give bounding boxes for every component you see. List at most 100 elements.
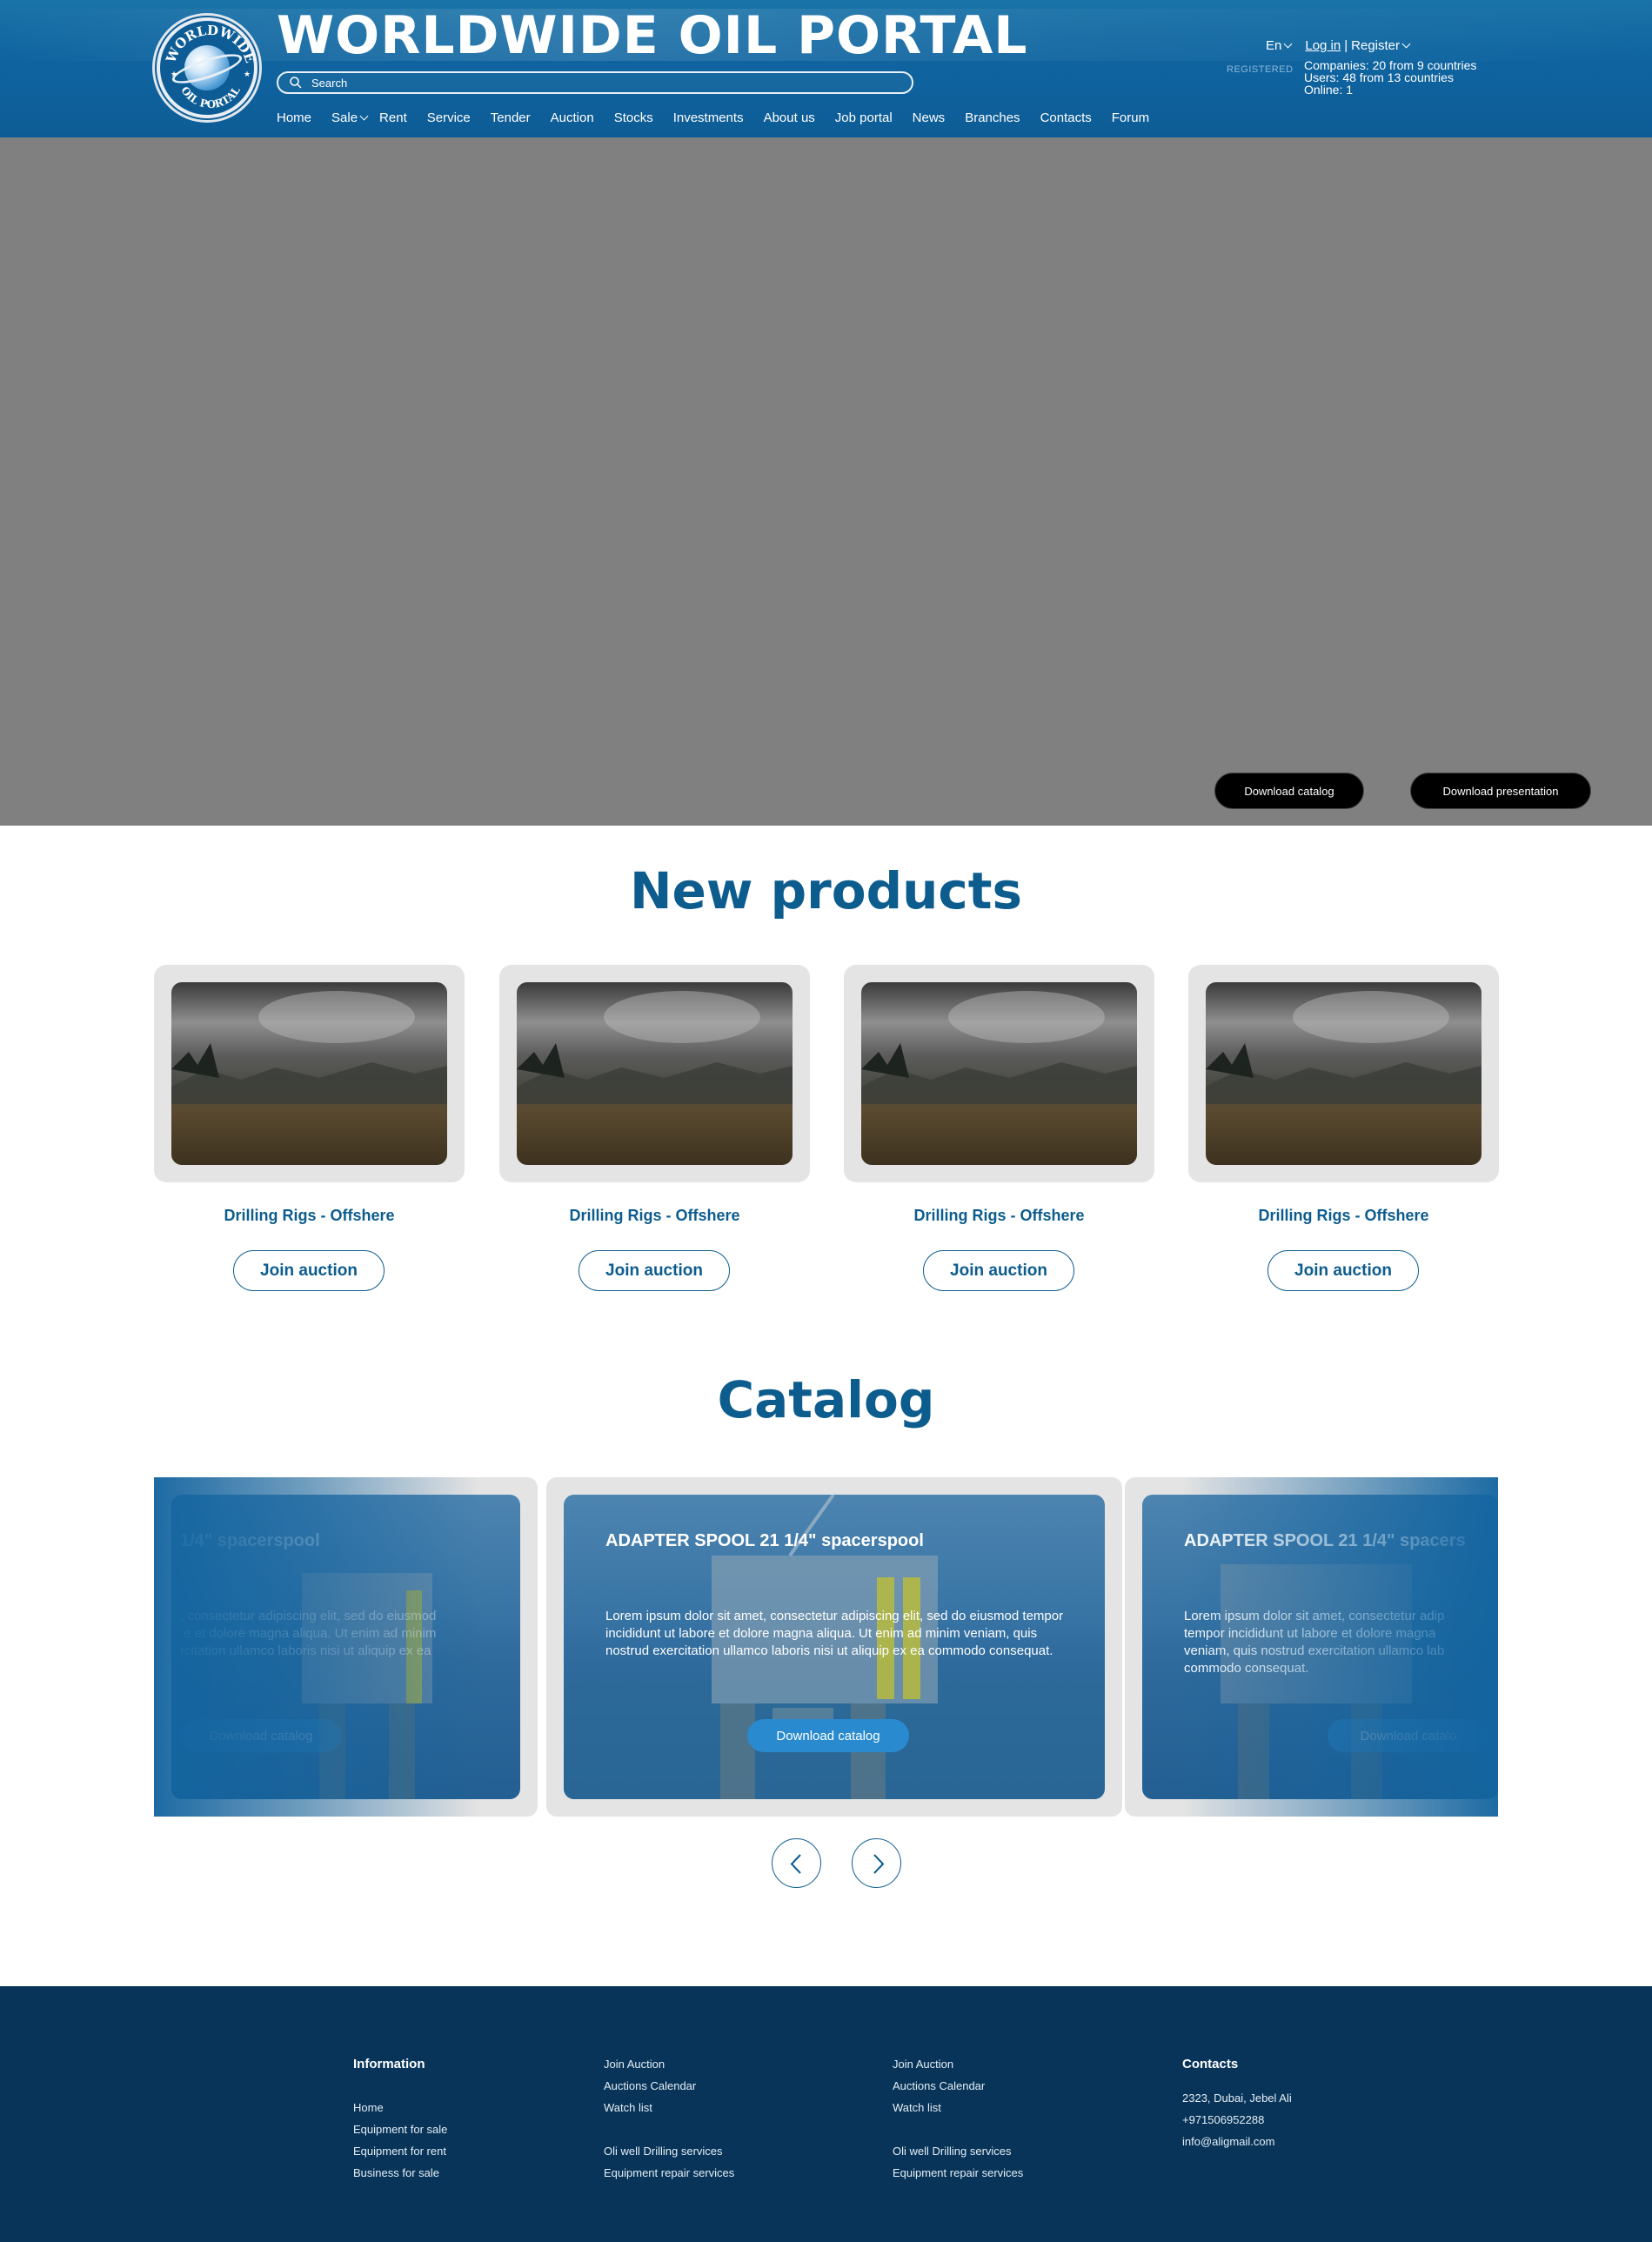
chevron-down-icon — [359, 111, 369, 120]
footer-email[interactable]: info@aligmail.com — [1182, 2131, 1292, 2152]
product-card: Drilling Rigs - Offshere Join auction — [499, 965, 810, 1291]
chevron-down-icon — [1283, 39, 1293, 49]
footer-link-join-auction[interactable]: Join Auction — [893, 2053, 1023, 2075]
stats-companies: Companies: 20 from 9 countries — [1304, 58, 1477, 72]
nav-label: Investments — [672, 110, 744, 125]
product-photo — [517, 982, 793, 1165]
footer-phone[interactable]: +971506952288 — [1182, 2109, 1292, 2131]
nav-tender[interactable]: Tender — [491, 109, 531, 126]
product-photo — [861, 982, 1137, 1165]
register-dropdown[interactable]: Register — [1351, 38, 1411, 53]
catalog-card-active[interactable]: ADAPTER SPOOL 21 1/4" spacerspool Lorem … — [546, 1477, 1122, 1817]
catalog-card-text: Lorem ipsum dolor sit amet, consectetur … — [1184, 1609, 1445, 1676]
product-photo — [171, 982, 447, 1165]
footer-link-repair-services[interactable]: Equipment repair services — [604, 2162, 734, 2184]
language-label: En — [1266, 38, 1282, 53]
footer-link-equipment-sale[interactable]: Equipment for sale — [353, 2118, 447, 2140]
nav-investments[interactable]: Investments — [673, 109, 744, 126]
footer-link-repair-services[interactable]: Equipment repair services — [893, 2162, 1023, 2184]
join-auction-button[interactable]: Join auction — [923, 1250, 1074, 1291]
language-selector[interactable]: En — [1266, 38, 1293, 53]
nav-label: Rent — [379, 110, 407, 125]
product-name[interactable]: Drilling Rigs - Offshere — [499, 1207, 810, 1225]
footer-link-equipment-rent[interactable]: Equipment for rent — [353, 2140, 447, 2162]
main-nav: Home Sale Rent Service Tender Auction St… — [277, 109, 1169, 126]
footer-link-auctions-calendar[interactable]: Auctions Calendar — [893, 2075, 1023, 2097]
logo-lettering: WORLDWIDE OIL PORTAL ★ ★ — [163, 23, 258, 110]
portal-logo[interactable]: WORLDWIDE OIL PORTAL ★ ★ — [157, 17, 258, 118]
catalog-card-image: ADAPTER SPOOL 21 1/4" spacers Lorem ipsu… — [1142, 1495, 1498, 1799]
nav-forum[interactable]: Forum — [1112, 109, 1149, 126]
nav-job-portal[interactable]: Job portal — [835, 109, 893, 126]
search-input[interactable] — [311, 76, 886, 90]
nav-news[interactable]: News — [913, 109, 946, 126]
nav-service[interactable]: Service — [427, 109, 471, 126]
footer-heading: Contacts — [1182, 2057, 1239, 2071]
nav-stocks[interactable]: Stocks — [614, 109, 653, 126]
download-catalog-button[interactable]: Download catalog — [747, 1719, 909, 1752]
registered-label: REGISTERED — [1227, 64, 1294, 75]
logo-text-top: WORLDWIDE — [163, 23, 258, 66]
svg-text:OIL PORTAL: OIL PORTAL — [178, 84, 243, 110]
footer-link-watch-list[interactable]: Watch list — [893, 2097, 1023, 2118]
nav-home[interactable]: Home — [277, 109, 311, 126]
nav-label: Stocks — [613, 110, 653, 125]
download-catalog-button[interactable]: Download catalog — [180, 1719, 342, 1752]
nav-label: Auction — [550, 110, 594, 125]
svg-text:★: ★ — [244, 70, 251, 78]
catalog-card-image: 1/4" spacerspool , consectetur adipiscin… — [171, 1495, 520, 1799]
download-catalog-button[interactable]: Download catalo — [1328, 1719, 1489, 1752]
nav-about-us[interactable]: About us — [764, 109, 815, 126]
product-photo — [1206, 982, 1481, 1165]
svg-text:★: ★ — [171, 70, 177, 78]
join-auction-button[interactable]: Join auction — [579, 1250, 730, 1291]
footer-link-join-auction[interactable]: Join Auction — [604, 2053, 734, 2075]
product-card: Drilling Rigs - Offshere Join auction — [1188, 965, 1499, 1291]
catalog-card-previous[interactable]: 1/4" spacerspool , consectetur adipiscin… — [154, 1477, 538, 1817]
footer-link-drilling-services[interactable]: Oli well Drilling services — [604, 2140, 734, 2162]
footer-link-watch-list[interactable]: Watch list — [604, 2097, 734, 2118]
stats-users: Users: 48 from 13 countries — [1304, 70, 1454, 84]
nav-label: Branches — [965, 110, 1020, 125]
catalog-card-title: 1/4" spacerspool — [180, 1531, 320, 1550]
nav-label: Tender — [490, 110, 531, 125]
download-catalog-button[interactable]: Download catalog — [1214, 773, 1364, 809]
nav-sale[interactable]: Sale — [331, 109, 369, 126]
carousel-prev-button[interactable] — [772, 1838, 821, 1888]
catalog-card-title: ADAPTER SPOOL 21 1/4" spacerspool — [605, 1531, 924, 1550]
carousel-next-button[interactable] — [852, 1838, 901, 1888]
footer-link-business-sale[interactable]: Business for sale — [353, 2162, 447, 2184]
landscape-image — [1206, 991, 1481, 1104]
hero-banner: Download catalog Download presentation — [0, 137, 1652, 826]
nav-rent[interactable]: Rent — [379, 109, 407, 126]
footer-link-auctions-calendar[interactable]: Auctions Calendar — [604, 2075, 734, 2097]
nav-contacts[interactable]: Contacts — [1040, 109, 1092, 126]
join-auction-button[interactable]: Join auction — [233, 1250, 385, 1291]
nav-auction[interactable]: Auction — [551, 109, 594, 126]
product-image-frame[interactable] — [844, 965, 1154, 1182]
product-name[interactable]: Drilling Rigs - Offshere — [1188, 1207, 1499, 1225]
nav-branches[interactable]: Branches — [965, 109, 1020, 126]
footer-links-column: Join Auction Auctions Calendar Watch lis… — [604, 2053, 734, 2184]
product-name[interactable]: Drilling Rigs - Offshere — [844, 1207, 1154, 1225]
landscape-image — [517, 991, 793, 1104]
download-presentation-button[interactable]: Download presentation — [1410, 773, 1591, 809]
product-image-frame[interactable] — [1188, 965, 1499, 1182]
site-title: WORLDWIDE OIL PORTAL — [277, 5, 1028, 66]
register-label: Register — [1351, 38, 1400, 53]
account-bar: En Log in | Register — [1266, 38, 1411, 53]
product-image-frame[interactable] — [499, 965, 810, 1182]
footer-link-drilling-services[interactable]: Oli well Drilling services — [893, 2140, 1023, 2162]
footer-link-home[interactable]: Home — [353, 2097, 447, 2118]
product-name[interactable]: Drilling Rigs - Offshere — [154, 1207, 465, 1225]
catalog-title: Catalog — [717, 1370, 935, 1429]
search-icon — [290, 77, 302, 89]
login-link[interactable]: Log in — [1305, 38, 1341, 53]
catalog-card-next[interactable]: ADAPTER SPOOL 21 1/4" spacers Lorem ipsu… — [1125, 1477, 1498, 1817]
search-bar[interactable] — [277, 71, 913, 94]
product-image-frame[interactable] — [154, 965, 465, 1182]
join-auction-button[interactable]: Join auction — [1267, 1250, 1419, 1291]
logo-text-bottom: OIL PORTAL — [178, 84, 243, 110]
nav-label: Service — [426, 110, 471, 125]
landscape-image — [171, 991, 447, 1104]
